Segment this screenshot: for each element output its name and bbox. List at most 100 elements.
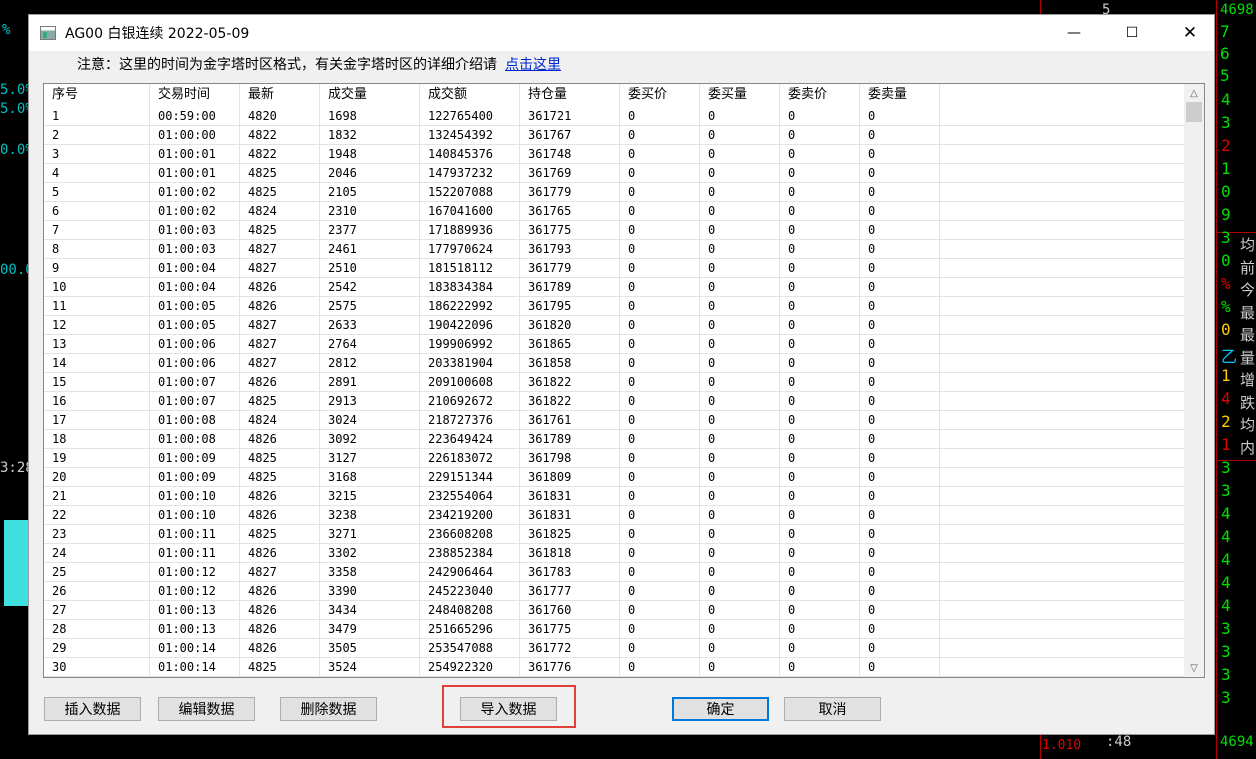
- bg-digit: 0: [1221, 182, 1231, 201]
- table-cell: 0: [860, 202, 940, 221]
- table-cell: 01:00:00: [150, 126, 240, 145]
- table-row[interactable]: 19 01:00:09 4825 3127 226183072 361798 0 0 0 0: [44, 449, 1184, 468]
- table-row[interactable]: 3 01:00:01 4822 1948 140845376 361748 0 0 0 0: [44, 145, 1184, 164]
- table-row[interactable]: 17 01:00:08 4824 3024 218727376 361761 0 0 0 0: [44, 411, 1184, 430]
- column-header[interactable]: 交易时间: [150, 84, 240, 107]
- scroll-thumb[interactable]: [1186, 102, 1202, 122]
- column-header[interactable]: 成交量: [320, 84, 420, 107]
- table-row[interactable]: 28 01:00:13 4826 3479 251665296 361775 0 0 0 0: [44, 620, 1184, 639]
- table-cell: 236608208: [420, 525, 520, 544]
- table-cell: 25: [44, 563, 150, 582]
- ok-button[interactable]: 确定: [672, 697, 769, 721]
- table-cell: 2891: [320, 373, 420, 392]
- column-header[interactable]: 委卖量: [860, 84, 940, 107]
- column-header[interactable]: 委卖价: [780, 84, 860, 107]
- table-cell: 203381904: [420, 354, 520, 373]
- table-row[interactable]: 12 01:00:05 4827 2633 190422096 361820 0 0 0 0: [44, 316, 1184, 335]
- table-row[interactable]: 24 01:00:11 4826 3302 238852384 361818 0 0 0 0: [44, 544, 1184, 563]
- table-row[interactable]: 23 01:00:11 4825 3271 236608208 361825 0 0 0 0: [44, 525, 1184, 544]
- table-cell: 0: [620, 582, 700, 601]
- table-cell: 0: [700, 392, 780, 411]
- table-cell: 0: [780, 221, 860, 240]
- table-row[interactable]: 11 01:00:05 4826 2575 186222992 361795 0 0 0 0: [44, 297, 1184, 316]
- scroll-up-icon[interactable]: △: [1184, 84, 1204, 102]
- table-row[interactable]: 9 01:00:04 4827 2510 181518112 361779 0 0 0 0: [44, 259, 1184, 278]
- minimize-button[interactable]: —: [1045, 15, 1103, 51]
- bg-label: %: [2, 22, 11, 38]
- cancel-button[interactable]: 取消: [784, 697, 881, 721]
- table-cell: 361772: [520, 639, 620, 658]
- column-header[interactable]: 序号: [44, 84, 150, 107]
- table-row[interactable]: 27 01:00:13 4826 3434 248408208 361760 0 0 0 0: [44, 601, 1184, 620]
- table-cell: 0: [780, 468, 860, 487]
- scroll-down-icon[interactable]: ▽: [1184, 659, 1204, 677]
- close-button[interactable]: ✕: [1161, 15, 1219, 51]
- table-row[interactable]: 13 01:00:06 4827 2764 199906992 361865 0 0 0 0: [44, 335, 1184, 354]
- table-cell: 177970624: [420, 240, 520, 259]
- column-header[interactable]: 委买价: [620, 84, 700, 107]
- column-header[interactable]: 持仓量: [520, 84, 620, 107]
- table-cell: 361793: [520, 240, 620, 259]
- table-cell: 0: [780, 430, 860, 449]
- table-row[interactable]: 18 01:00:08 4826 3092 223649424 361789 0 0 0 0: [44, 430, 1184, 449]
- column-header[interactable]: 成交额: [420, 84, 520, 107]
- bg-digit: 4: [1221, 389, 1231, 408]
- insert-data-button[interactable]: 插入数据: [44, 697, 141, 721]
- table-cell: [940, 525, 1184, 544]
- table-row[interactable]: 25 01:00:12 4827 3358 242906464 361783 0 0 0 0: [44, 563, 1184, 582]
- table-cell: 0: [700, 430, 780, 449]
- table-cell: 3127: [320, 449, 420, 468]
- table-row[interactable]: 16 01:00:07 4825 2913 210692672 361822 0 0 0 0: [44, 392, 1184, 411]
- table-row[interactable]: 8 01:00:03 4827 2461 177970624 361793 0 0 0 0: [44, 240, 1184, 259]
- table-cell: 4825: [240, 164, 320, 183]
- table-row[interactable]: 10 01:00:04 4826 2542 183834384 361789 0 0 0 0: [44, 278, 1184, 297]
- chart-divider: [1216, 0, 1217, 759]
- table-row[interactable]: 30 01:00:14 4825 3524 254922320 361776 0 0 0 0: [44, 658, 1184, 677]
- table-cell: [940, 392, 1184, 411]
- table-cell: 190422096: [420, 316, 520, 335]
- table-cell: [940, 354, 1184, 373]
- table-cell: [940, 278, 1184, 297]
- bg-label: :48: [1106, 734, 1132, 750]
- table-cell: 0: [620, 278, 700, 297]
- data-table[interactable]: 序号 交易时间 最新 成交量 成交额 持仓量 委买价 委买量 委卖价 委卖量 1 00:59:00 4…: [43, 83, 1205, 678]
- table-row[interactable]: 26 01:00:12 4826 3390 245223040 361777 0 0 0 0: [44, 582, 1184, 601]
- table-row[interactable]: 7 01:00:03 4825 2377 171889936 361775 0 0 0 0: [44, 221, 1184, 240]
- table-cell: [940, 449, 1184, 468]
- table-row[interactable]: 2 01:00:00 4822 1832 132454392 361767 0 0 0 0: [44, 126, 1184, 145]
- table-row[interactable]: 20 01:00:09 4825 3168 229151344 361809 0 0 0 0: [44, 468, 1184, 487]
- vertical-scrollbar[interactable]: △ ▽: [1184, 84, 1204, 677]
- table-cell: 361831: [520, 487, 620, 506]
- table-cell: 4827: [240, 240, 320, 259]
- table-row[interactable]: 14 01:00:06 4827 2812 203381904 361858 0 0 0 0: [44, 354, 1184, 373]
- table-cell: 0: [780, 259, 860, 278]
- table-cell: 0: [620, 392, 700, 411]
- maximize-button[interactable]: ☐: [1103, 15, 1161, 51]
- delete-data-button[interactable]: 删除数据: [280, 697, 377, 721]
- table-row[interactable]: 5 01:00:02 4825 2105 152207088 361779 0 0 0 0: [44, 183, 1184, 202]
- table-cell: 0: [620, 335, 700, 354]
- edit-data-button[interactable]: 编辑数据: [158, 697, 255, 721]
- column-header[interactable]: [940, 84, 1184, 107]
- table-row[interactable]: 22 01:00:10 4826 3238 234219200 361831 0 0 0 0: [44, 506, 1184, 525]
- column-header[interactable]: 委买量: [700, 84, 780, 107]
- bg-char: 最: [1240, 326, 1256, 344]
- table-cell: [940, 183, 1184, 202]
- column-header[interactable]: 最新: [240, 84, 320, 107]
- table-cell: 4826: [240, 430, 320, 449]
- table-row[interactable]: 29 01:00:14 4826 3505 253547088 361772 0 0 0 0: [44, 639, 1184, 658]
- table-row[interactable]: 21 01:00:10 4826 3215 232554064 361831 0 0 0 0: [44, 487, 1184, 506]
- table-cell: 01:00:10: [150, 506, 240, 525]
- table-cell: 11: [44, 297, 150, 316]
- table-cell: 361748: [520, 145, 620, 164]
- table-cell: [940, 259, 1184, 278]
- table-cell: 4827: [240, 335, 320, 354]
- click-here-link[interactable]: 点击这里: [505, 57, 561, 73]
- table-row[interactable]: 6 01:00:02 4824 2310 167041600 361765 0 0 0 0: [44, 202, 1184, 221]
- table-row[interactable]: 1 00:59:00 4820 1698 122765400 361721 0 0 0 0: [44, 107, 1184, 126]
- table-row[interactable]: 4 01:00:01 4825 2046 147937232 361769 0 0 0 0: [44, 164, 1184, 183]
- bg-char: 最: [1240, 303, 1256, 322]
- table-cell: 140845376: [420, 145, 520, 164]
- table-row[interactable]: 15 01:00:07 4826 2891 209100608 361822 0 0 0 0: [44, 373, 1184, 392]
- title-bar[interactable]: AG00 白银连续 2022-05-09 — ☐ ✕: [29, 15, 1214, 51]
